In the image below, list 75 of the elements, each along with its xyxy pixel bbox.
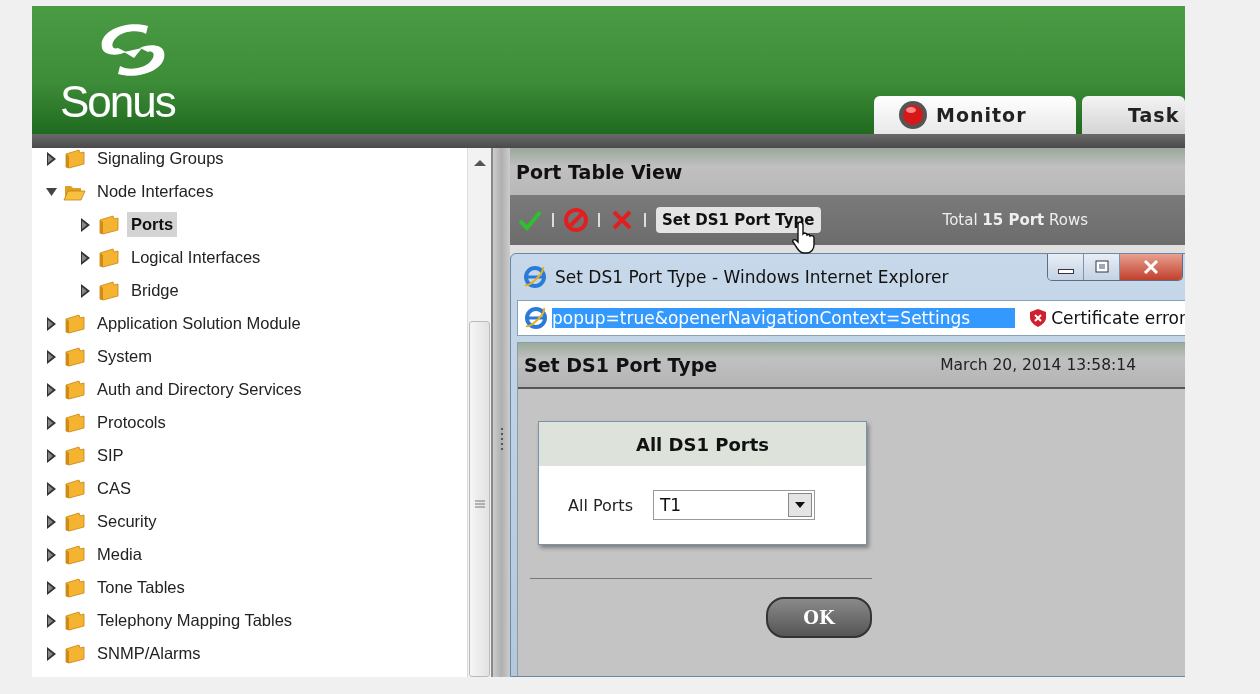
tree-item[interactable]: Bridge — [127, 278, 183, 303]
tree-item[interactable]: Security — [93, 509, 161, 534]
card-title: All DS1 Ports — [539, 422, 866, 466]
folder-icon — [63, 344, 87, 369]
folder-icon — [63, 476, 87, 501]
timestamp: March 20, 2014 13:58:14 — [940, 356, 1136, 374]
window-title: Set DS1 Port Type - Windows Internet Explorer — [555, 267, 949, 287]
close-button[interactable] — [1120, 254, 1182, 280]
field-label: All Ports — [568, 495, 633, 515]
record-icon — [898, 100, 928, 130]
expand-arrow-icon[interactable] — [46, 646, 57, 661]
browser-icon — [523, 265, 547, 289]
expand-arrow-icon[interactable] — [46, 415, 57, 430]
expand-arrow-icon[interactable] — [46, 316, 57, 331]
expand-arrow-icon[interactable] — [46, 613, 57, 628]
folder-icon — [97, 212, 121, 237]
page-title: Set DS1 Port Type — [524, 354, 718, 376]
row-count: Total 15 Port Rows — [942, 211, 1089, 229]
expand-arrow-icon[interactable] — [46, 448, 57, 463]
tree-item[interactable]: System — [93, 344, 156, 369]
expand-arrow-icon[interactable] — [46, 580, 57, 595]
url-text: popup=true&openerNavigationContext=Settings — [552, 308, 1016, 328]
grip-icon — [474, 499, 485, 509]
tab[interactable]: Task — [1082, 96, 1185, 134]
ok-button[interactable]: OK — [766, 597, 872, 638]
close-icon — [1143, 260, 1159, 274]
tree-item[interactable]: Ports — [127, 212, 178, 237]
expand-arrow-icon[interactable] — [80, 250, 91, 265]
tree-item[interactable]: Application Solution Module — [93, 311, 305, 336]
folder-icon — [63, 641, 87, 666]
expand-arrow-icon[interactable] — [46, 547, 57, 562]
tree-item[interactable]: Telephony Mapping Tables — [93, 608, 297, 633]
maximize-icon — [1093, 260, 1110, 274]
expand-arrow-icon[interactable] — [46, 382, 57, 397]
scrollbar[interactable] — [467, 148, 491, 677]
folder-icon — [63, 377, 87, 402]
folder-icon — [63, 148, 87, 171]
logo-text: Sonus — [60, 80, 175, 124]
tab[interactable]: Monitor — [874, 96, 1076, 134]
expand-arrow-icon[interactable] — [46, 514, 57, 529]
folder-icon — [63, 509, 87, 534]
tree-item[interactable]: Media — [93, 542, 146, 567]
panel-title: Port Table View — [510, 148, 1185, 195]
tree-item[interactable]: CAS — [93, 476, 135, 501]
minimize-button[interactable] — [1048, 254, 1084, 280]
grip-icon — [499, 428, 504, 452]
folder-icon — [97, 278, 121, 303]
tree-item[interactable]: SIP — [93, 443, 128, 468]
expand-arrow-icon[interactable] — [46, 151, 57, 166]
tree-item[interactable]: Node Interfaces — [93, 179, 218, 204]
shield-error-icon[interactable] — [1029, 308, 1048, 328]
folder-icon — [97, 245, 121, 270]
tree-item[interactable]: Signaling Groups — [93, 148, 228, 171]
tree-item[interactable]: SNMP/Alarms — [93, 641, 205, 666]
folder-icon — [63, 542, 87, 567]
maximize-button[interactable] — [1084, 254, 1120, 280]
folder-icon — [63, 311, 87, 336]
expand-arrow-icon[interactable] — [46, 349, 57, 364]
folder-icon — [63, 575, 87, 600]
tree-item[interactable]: Tone Tables — [93, 575, 189, 600]
browser-icon — [524, 306, 548, 330]
scroll-thumb[interactable] — [469, 321, 490, 677]
expand-arrow-icon[interactable] — [80, 283, 91, 298]
scroll-up-icon[interactable] — [473, 158, 486, 168]
port-type-dropdown[interactable]: T1 — [653, 490, 815, 520]
tree-item[interactable]: Protocols — [93, 410, 170, 435]
folder-icon — [63, 608, 87, 633]
expand-arrow-icon[interactable] — [46, 481, 57, 496]
folder-icon — [63, 410, 87, 435]
tree-item[interactable]: Auth and Directory Services — [93, 377, 306, 402]
check-icon[interactable] — [518, 208, 542, 232]
folder-icon — [63, 443, 87, 468]
tree-item[interactable]: Logical Interfaces — [127, 245, 265, 270]
minimize-icon — [1057, 268, 1074, 274]
expand-arrow-icon[interactable] — [80, 217, 91, 232]
